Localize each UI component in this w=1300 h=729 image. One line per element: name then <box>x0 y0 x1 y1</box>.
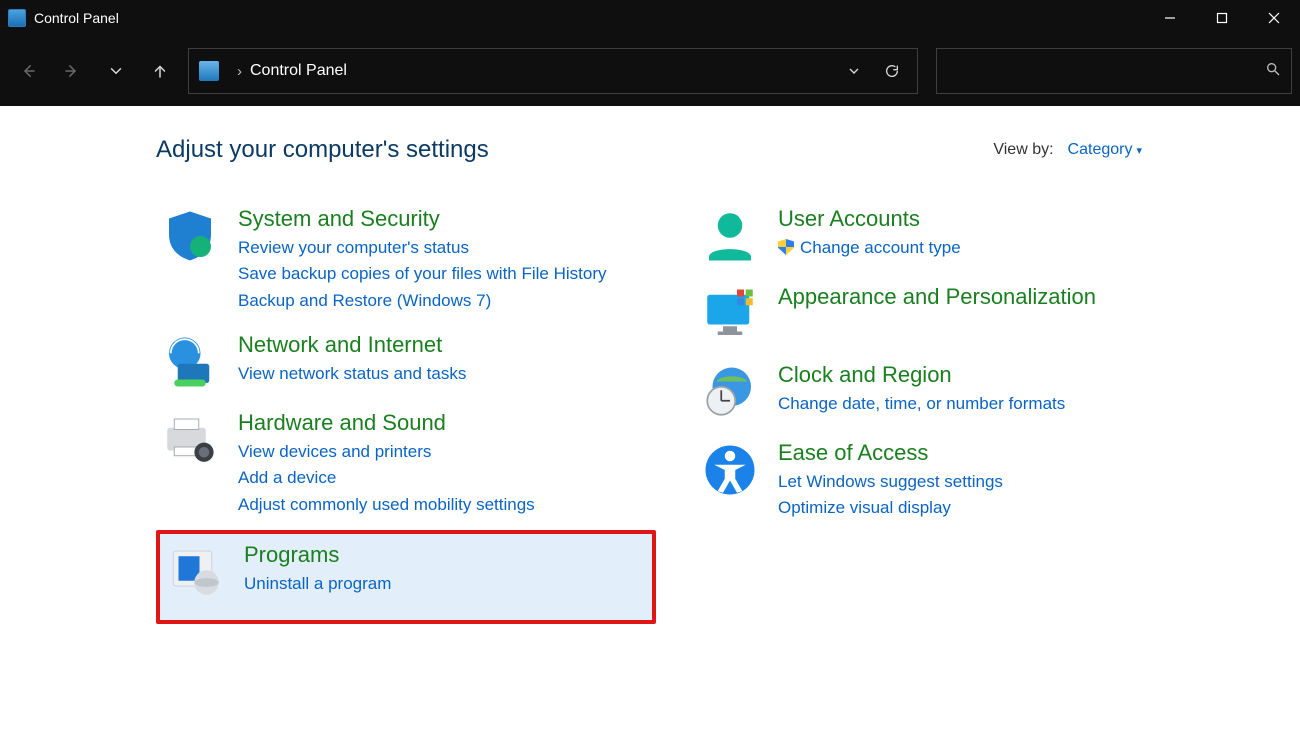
minimize-button[interactable] <box>1144 0 1196 36</box>
search-icon <box>1265 61 1281 82</box>
category-title[interactable]: Hardware and Sound <box>238 410 535 436</box>
categories-left: System and Security Review your computer… <box>156 200 656 624</box>
search-input[interactable] <box>947 63 1265 80</box>
up-button[interactable] <box>140 51 180 91</box>
address-dropdown-button[interactable] <box>835 52 873 90</box>
category-clock: Clock and Region Change date, time, or n… <box>696 356 1216 434</box>
category-link[interactable]: Adjust commonly used mobility settings <box>238 492 535 518</box>
category-link[interactable]: Save backup copies of your files with Fi… <box>238 261 607 287</box>
category-link[interactable]: Change date, time, or number formats <box>778 391 1065 417</box>
printer-icon <box>160 410 220 470</box>
view-by: View by: Category▾ <box>993 141 1142 159</box>
chevron-down-icon: ▾ <box>1136 145 1142 157</box>
clock-globe-icon <box>700 362 760 422</box>
category-title[interactable]: Programs <box>244 542 391 568</box>
category-link[interactable]: Change account type <box>778 235 961 261</box>
category-link[interactable]: View network status and tasks <box>238 361 466 387</box>
category-link[interactable]: Add a device <box>238 465 535 491</box>
breadcrumb-separator-icon: › <box>237 63 242 80</box>
category-title[interactable]: User Accounts <box>778 206 961 232</box>
content-area: Adjust your computer's settings View by:… <box>0 106 1300 624</box>
category-system-security: System and Security Review your computer… <box>156 200 656 326</box>
maximize-button[interactable] <box>1196 0 1248 36</box>
category-programs[interactable]: Programs Uninstall a program <box>156 530 656 624</box>
view-by-dropdown[interactable]: Category▾ <box>1068 141 1142 159</box>
breadcrumb[interactable]: Control Panel <box>250 62 347 80</box>
category-link[interactable]: View devices and printers <box>238 439 535 465</box>
category-link[interactable]: Uninstall a program <box>244 571 391 597</box>
category-user-accounts: User Accounts Change account type <box>696 200 1216 278</box>
app-icon <box>8 9 26 27</box>
category-link[interactable]: Let Windows suggest settings <box>778 469 1003 495</box>
forward-button[interactable] <box>52 51 92 91</box>
view-by-label: View by: <box>993 141 1053 159</box>
category-appearance: Appearance and Personalization <box>696 278 1216 356</box>
category-link[interactable]: Optimize visual display <box>778 495 1003 521</box>
category-ease-of-access: Ease of Access Let Windows suggest setti… <box>696 434 1216 534</box>
category-hardware: Hardware and Sound View devices and prin… <box>156 404 656 530</box>
page-title: Adjust your computer's settings <box>156 136 489 164</box>
category-link[interactable]: Review your computer's status <box>238 235 607 261</box>
category-link[interactable]: Backup and Restore (Windows 7) <box>238 288 607 314</box>
control-panel-icon <box>199 61 219 81</box>
category-title[interactable]: Ease of Access <box>778 440 1003 466</box>
titlebar: Control Panel <box>0 0 1300 36</box>
categories-right: User Accounts Change account type Appear… <box>696 200 1216 624</box>
category-title[interactable]: Clock and Region <box>778 362 1065 388</box>
recent-button[interactable] <box>96 51 136 91</box>
category-title[interactable]: Appearance and Personalization <box>778 284 1096 310</box>
globe-icon <box>160 332 220 392</box>
shield-icon <box>160 206 220 266</box>
category-title[interactable]: Network and Internet <box>238 332 466 358</box>
monitor-icon <box>700 284 760 344</box>
window-title: Control Panel <box>34 10 119 26</box>
back-button[interactable] <box>8 51 48 91</box>
programs-icon <box>166 542 226 602</box>
address-bar[interactable]: › Control Panel <box>188 48 918 94</box>
toolbar: › Control Panel <box>0 36 1300 106</box>
user-icon <box>700 206 760 266</box>
accessibility-icon <box>700 440 760 500</box>
category-network: Network and Internet View network status… <box>156 326 656 404</box>
refresh-button[interactable] <box>873 52 911 90</box>
search-box[interactable] <box>936 48 1292 94</box>
close-button[interactable] <box>1248 0 1300 36</box>
category-title[interactable]: System and Security <box>238 206 607 232</box>
